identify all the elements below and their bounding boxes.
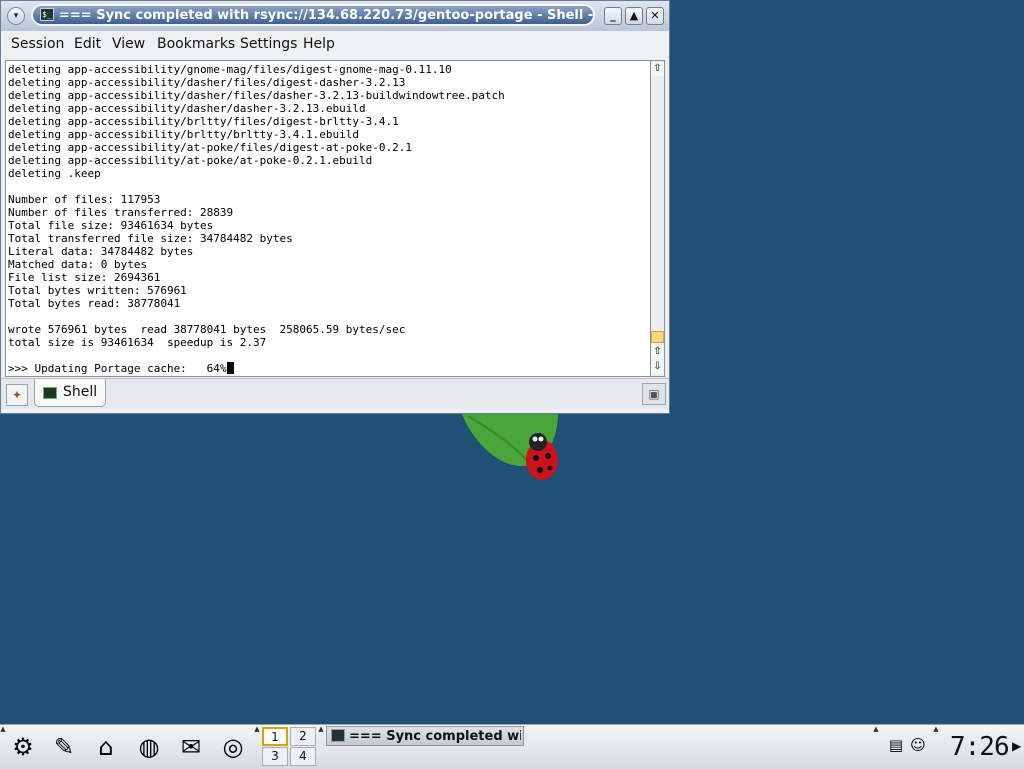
terminal-line: File list size: 2694361 <box>8 271 161 284</box>
terminal-task-icon <box>331 729 345 742</box>
user-icon[interactable]: ☺ <box>908 735 928 755</box>
window-menu-button[interactable]: ▾ <box>7 7 25 25</box>
minimize-button[interactable]: _ <box>604 7 622 25</box>
terminal-line: deleting app-accessibility/dasher/files/… <box>8 89 505 102</box>
tab-shell[interactable]: Shell <box>34 379 106 407</box>
window-titlebar[interactable]: ▾ $_ === Sync completed with rsync://134… <box>1 1 669 31</box>
pen-icon[interactable]: ✎ <box>47 731 81 763</box>
taskbar-handle[interactable]: ▲ <box>318 725 324 769</box>
terminal-line: deleting app-accessibility/brltty/brltty… <box>8 128 359 141</box>
terminal-line: deleting app-accessibility/gnome-mag/fil… <box>8 63 452 76</box>
menu-edit[interactable]: Edit <box>74 35 101 53</box>
globe-icon[interactable]: ◍ <box>132 731 166 763</box>
window-title-bar-pill[interactable]: $_ === Sync completed with rsync://134.6… <box>31 4 595 26</box>
terminal-line: deleting .keep <box>8 167 101 180</box>
terminal-text: deleting app-accessibility/gnome-mag/fil… <box>8 63 505 375</box>
kde-panel: ▲ ⚙ ✎ ⌂ ◍ ✉ ◎ ▲ 1 2 3 4 ▲ === Sync compl… <box>0 724 1024 769</box>
desktop-pager: 1 2 3 4 <box>262 727 318 767</box>
tab-label: Shell <box>63 384 98 400</box>
terminal-icon: $_ <box>40 8 54 21</box>
new-session-icon[interactable]: ✦ <box>6 384 28 406</box>
menu-bookmarks[interactable]: Bookmarks <box>157 35 235 53</box>
terminal-line: wrote 576961 bytes read 38778041 bytes 2… <box>8 323 406 336</box>
terminal-line: deleting app-accessibility/at-poke/at-po… <box>8 154 373 167</box>
menu-view[interactable]: View <box>112 35 145 53</box>
panel-clock[interactable]: 7:26 <box>950 731 1010 763</box>
close-button[interactable]: ✕ <box>646 7 664 25</box>
task-title: === Sync completed with rsync://134.68.2… <box>349 729 521 744</box>
window-title: === Sync completed with rsync://134.68.2… <box>59 8 594 23</box>
prompt-line: >>> Updating Portage cache: 64% <box>8 362 227 375</box>
desktop-2[interactable]: 2 <box>290 727 316 746</box>
tray-handle[interactable]: ▲ <box>873 725 879 769</box>
close-session-icon[interactable]: ▣ <box>642 383 666 405</box>
lifebuoy-icon[interactable]: ◎ <box>216 731 250 763</box>
menu-settings[interactable]: Settings <box>240 35 297 53</box>
session-tab-bar: ✦ Shell ▣ <box>1 378 669 409</box>
terminal-line: deleting app-accessibility/dasher/dasher… <box>8 102 366 115</box>
terminal-line: deleting app-accessibility/at-poke/files… <box>8 141 412 154</box>
terminal-line: Matched data: 0 bytes <box>8 258 148 271</box>
menu-session[interactable]: Session <box>11 35 64 53</box>
kde-gear-icon[interactable]: ⚙ <box>6 731 40 763</box>
text-cursor <box>226 362 234 374</box>
scroll-up-top-button[interactable]: ⇧ <box>651 62 664 76</box>
terminal-line: total size is 93461634 speedup is 2.37 <box>8 336 267 349</box>
scroll-up-button[interactable]: ⇧ <box>651 345 664 359</box>
desktop-1[interactable]: 1 <box>262 727 288 746</box>
terminal-line: Total transferred file size: 34784482 by… <box>8 232 293 245</box>
panel-hide-arrow-icon[interactable]: ▶ <box>1012 739 1021 753</box>
terminal-line: Literal data: 34784482 bytes <box>8 245 194 258</box>
system-tray: ▤ ☺ <box>884 733 932 759</box>
terminal-line: Total bytes written: 576961 <box>8 284 187 297</box>
scrollbar-thumb[interactable] <box>651 331 664 343</box>
ladybug-wallpaper-image <box>462 411 558 480</box>
pager-handle[interactable]: ▲ <box>254 725 260 769</box>
terminal-line: Number of files transferred: 28839 <box>8 206 234 219</box>
menubar: Session Edit View Bookmarks Settings Hel… <box>1 31 669 57</box>
scroll-down-button[interactable]: ⇩ <box>651 360 664 374</box>
clipboard-icon[interactable]: ▤ <box>886 735 906 755</box>
desktop-3[interactable]: 3 <box>262 747 288 766</box>
terminal-line: Number of files: 117953 <box>8 193 161 206</box>
terminal-line: Total bytes read: 38778041 <box>8 297 181 310</box>
home-icon[interactable]: ⌂ <box>89 731 123 763</box>
mail-icon[interactable]: ✉ <box>174 731 208 763</box>
clock-handle[interactable]: ▲ <box>933 725 939 769</box>
taskbar-konsole-button[interactable]: === Sync completed with rsync://134.68.2… <box>326 726 524 746</box>
terminal-lines: deleting app-accessibility/gnome-mag/fil… <box>8 63 505 349</box>
terminal-line: deleting app-accessibility/brltty/files/… <box>8 115 399 128</box>
desktop-4[interactable]: 4 <box>290 747 316 766</box>
maximize-button[interactable]: ▲ <box>625 7 643 25</box>
konsole-window: ▾ $_ === Sync completed with rsync://134… <box>0 0 670 414</box>
terminal-line: Total file size: 93461634 bytes <box>8 219 214 232</box>
terminal-tab-icon <box>43 387 57 399</box>
terminal-scrollbar[interactable]: ⇧ ⇧ ⇩ <box>650 60 665 377</box>
menu-help[interactable]: Help <box>303 35 335 53</box>
terminal-output[interactable]: deleting app-accessibility/gnome-mag/fil… <box>5 60 651 377</box>
terminal-line: deleting app-accessibility/dasher/files/… <box>8 76 406 89</box>
